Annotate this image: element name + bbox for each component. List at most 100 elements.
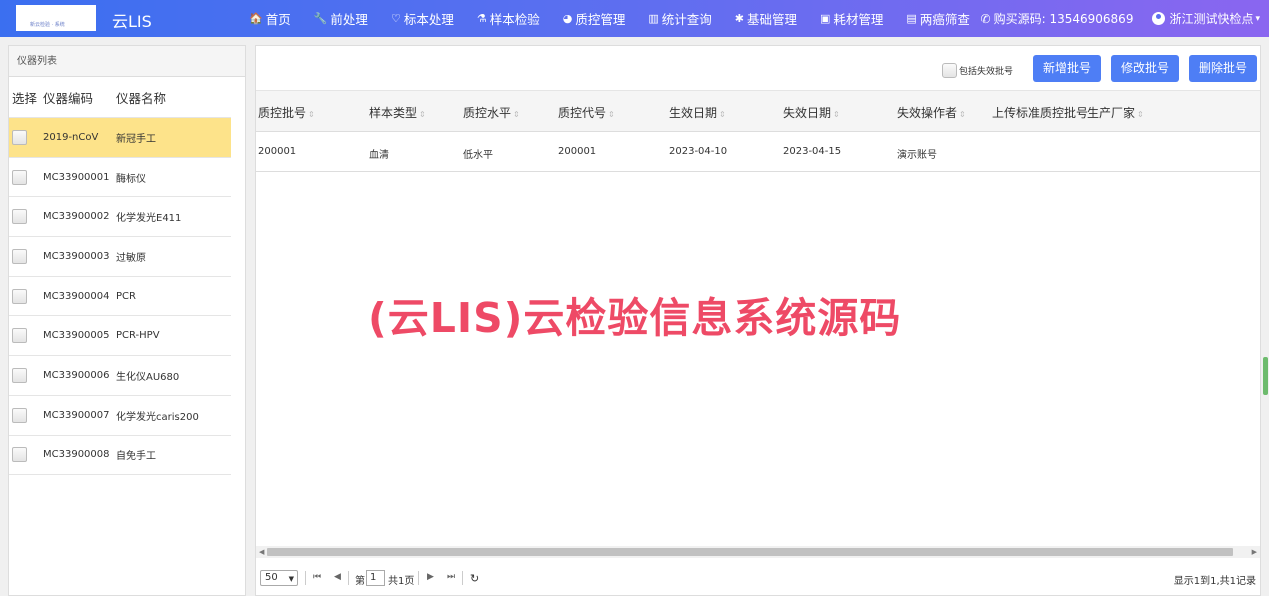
sort-icon: ⇕: [833, 110, 840, 119]
menu-basic[interactable]: ✱ 基础管理: [735, 9, 797, 28]
scroll-thumb[interactable]: [267, 548, 1233, 556]
menu-home-label: 首页: [265, 12, 291, 27]
col-operator-label: 失效操作者: [897, 106, 958, 120]
menu-basic-label: 基础管理: [746, 12, 797, 27]
col-code[interactable]: 质控代号 ⇕: [558, 104, 615, 121]
instrument-row[interactable]: MC33900004 PCR: [9, 277, 231, 317]
instrument-code: MC33900004: [43, 290, 110, 302]
menu-qc[interactable]: ◕ 质控管理: [563, 9, 626, 28]
logo[interactable]: 新云检验 · 系统: [16, 5, 96, 31]
col-start-date-label: 生效日期: [669, 106, 718, 120]
col-end-date[interactable]: 失效日期 ⇕: [783, 104, 840, 121]
phone-link[interactable]: ✆ 购买源码: 13546906869: [981, 10, 1134, 27]
table-row[interactable]: 200001 血清 低水平 200001 2023-04-10 2023-04-…: [256, 132, 1260, 172]
instrument-row[interactable]: MC33900005 PCR-HPV: [9, 316, 231, 357]
include-expired-toggle[interactable]: 包括失效批号: [942, 63, 1013, 78]
instrument-row[interactable]: MC33900008 自免手工: [9, 436, 231, 476]
vertical-scroll-handle[interactable]: [1263, 357, 1268, 395]
toolbar: 包括失效批号 新增批号 修改批号 删除批号: [256, 46, 1260, 91]
row-checkbox[interactable]: [12, 288, 27, 304]
row-checkbox[interactable]: [12, 169, 27, 185]
home-icon: 🏠: [249, 12, 263, 25]
menu-stats[interactable]: ▥ 统计查询: [648, 9, 711, 28]
instrument-name: 新冠手工: [116, 133, 156, 145]
menu-screening[interactable]: ▤ 两癌筛查: [906, 9, 969, 28]
instrument-name: 化学发光E411: [116, 213, 182, 225]
instrument-name: PCR: [116, 290, 136, 302]
refresh-icon[interactable]: ↻: [470, 572, 479, 585]
delete-batch-button[interactable]: 删除批号: [1189, 55, 1258, 82]
instrument-row[interactable]: MC33900007 化学发光caris200: [9, 396, 231, 436]
menu-consumables[interactable]: ▣ 耗材管理: [820, 9, 883, 28]
page-info: 显示1到1,共1记录: [1173, 576, 1256, 587]
pagination: 50 ▼ ⏮ ◀ 第 1 共1页 ▶ ⏭ ↻ 显示1到1,共1记录: [256, 568, 1260, 588]
instrument-row[interactable]: 2019-nCoV 新冠手工: [9, 118, 231, 158]
col-manufacturer-label: 生产厂家: [1087, 106, 1136, 120]
instrument-table-header: 选择 仪器编码 仪器名称: [9, 77, 231, 118]
first-page-icon[interactable]: ⏮: [313, 572, 321, 582]
row-checkbox[interactable]: [12, 447, 27, 463]
row-checkbox[interactable]: [12, 367, 27, 383]
row-checkbox[interactable]: [12, 129, 27, 145]
next-page-icon[interactable]: ▶: [427, 572, 434, 582]
page-total: 共1页: [388, 576, 415, 587]
logo-text: 新云检验 · 系统: [30, 22, 65, 28]
menu-specimen-label: 标本处理: [403, 12, 454, 27]
grid-header: 质控批号 ⇕ 样本类型 ⇕ 质控水平 ⇕ 质控代号 ⇕ 生效日期 ⇕ 失效日期 ⇕ 失效操作…: [256, 91, 1260, 132]
nav-right: ✆ 购买源码: 13546906869 浙江测试快检点 ▾: [981, 0, 1269, 37]
col-sample-type[interactable]: 样本类型 ⇕: [369, 104, 426, 121]
divider: [418, 571, 419, 585]
add-batch-button[interactable]: 新增批号: [1033, 55, 1102, 82]
instrument-row[interactable]: MC33900001 酶标仪: [9, 158, 231, 198]
prev-page-icon[interactable]: ◀: [334, 572, 341, 582]
page-number-input[interactable]: 1: [366, 570, 385, 586]
edit-batch-button[interactable]: 修改批号: [1111, 55, 1180, 82]
row-checkbox[interactable]: [12, 328, 27, 344]
instrument-row[interactable]: MC33900002 化学发光E411: [9, 197, 231, 238]
col-code-label: 质控代号: [558, 106, 607, 120]
sort-icon: ⇕: [1137, 110, 1144, 119]
row-checkbox[interactable]: [12, 209, 27, 225]
menu-consumables-label: 耗材管理: [833, 12, 884, 27]
instrument-code: MC33900005: [43, 330, 110, 342]
cell-operator: 演示账号: [897, 150, 937, 161]
menu-home[interactable]: 🏠 首页: [249, 9, 291, 28]
sort-icon: ⇕: [513, 110, 520, 119]
scroll-left-icon[interactable]: ◀: [259, 548, 264, 556]
divider: [348, 571, 349, 585]
include-expired-checkbox[interactable]: [942, 63, 957, 78]
instrument-name: 酶标仪: [116, 173, 146, 185]
instrument-code: MC33900003: [43, 250, 110, 262]
main-menu: 🏠 首页 🔧 前处理 ♡ 标本处理 ⚗ 样本检验 ◕ 质控管理 ▥ 统计查询 ✱ 基础管理 ▣…: [249, 0, 993, 37]
sort-icon: ⇕: [719, 110, 726, 119]
scroll-right-icon[interactable]: ▶: [1252, 548, 1257, 556]
horizontal-scrollbar[interactable]: ◀ ▶: [256, 546, 1260, 558]
row-checkbox[interactable]: [12, 248, 27, 264]
cell-end-date: 2023-04-15: [783, 146, 842, 157]
menu-preprocess[interactable]: 🔧 前处理: [314, 9, 368, 28]
col-batch[interactable]: 质控批号 ⇕: [258, 104, 315, 121]
instrument-name: PCR-HPV: [116, 330, 160, 342]
menu-specimen[interactable]: ♡ 标本处理: [391, 9, 454, 28]
menu-sample-test[interactable]: ⚗ 样本检验: [477, 9, 540, 28]
instrument-row[interactable]: MC33900006 生化仪AU680: [9, 356, 231, 396]
sort-icon: ⇕: [608, 110, 615, 119]
sort-icon: ⇕: [419, 110, 426, 119]
last-page-icon[interactable]: ⏭: [447, 572, 455, 582]
chevron-down-icon: ▼: [288, 575, 294, 583]
brand-title[interactable]: 云LIS: [112, 8, 152, 32]
col-operator[interactable]: 失效操作者 ⇕: [897, 104, 966, 121]
col-start-date[interactable]: 生效日期 ⇕: [669, 104, 726, 121]
include-expired-label: 包括失效批号: [959, 67, 1014, 77]
sort-icon: ⇕: [959, 110, 966, 119]
row-checkbox[interactable]: [12, 407, 27, 423]
page-size-select[interactable]: 50 ▼: [260, 570, 298, 586]
col-level[interactable]: 质控水平 ⇕: [463, 104, 520, 121]
instrument-row[interactable]: MC33900003 过敏原: [9, 237, 231, 277]
instrument-panel: 仪器列表 选择 仪器编码 仪器名称 2019-nCoV 新冠手工 MC3390000…: [8, 45, 246, 596]
col-manufacturer[interactable]: 生产厂家 ⇕: [1087, 104, 1144, 121]
instrument-code: MC33900001: [43, 171, 110, 183]
user-menu[interactable]: 浙江测试快检点 ▾: [1152, 10, 1260, 27]
sort-icon: ⇕: [308, 110, 315, 119]
col-upload-batch[interactable]: 上传标准质控批号: [992, 104, 1088, 121]
